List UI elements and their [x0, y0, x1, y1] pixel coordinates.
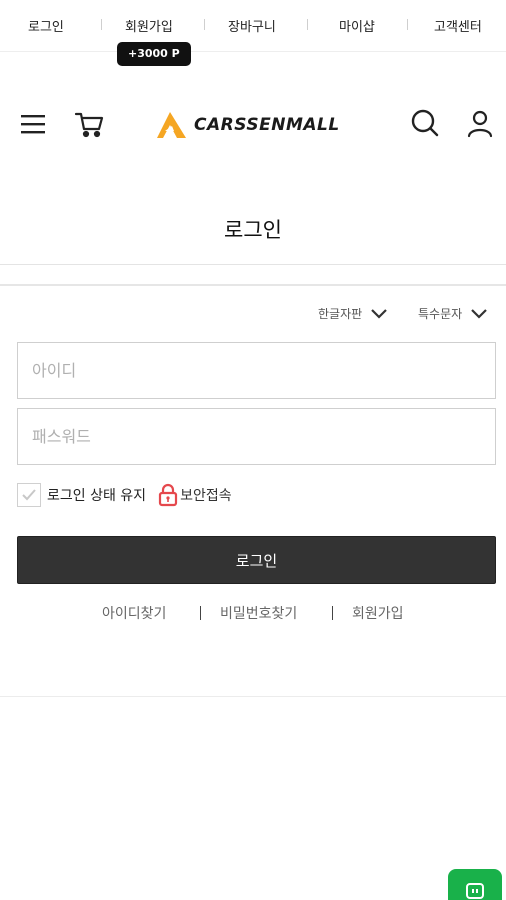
divider	[0, 284, 506, 286]
special-char-toggle[interactable]: 특수문자	[418, 305, 488, 322]
login-button[interactable]: 로그인	[17, 536, 496, 584]
divider	[204, 19, 205, 30]
secure-login-label: 보안접속	[180, 488, 232, 504]
site-header: CARSSENMALL	[0, 90, 506, 160]
keep-login-label: 로그인 상태 유지	[47, 488, 147, 504]
chat-floating-button[interactable]	[448, 869, 502, 900]
chevron-down-icon	[371, 308, 387, 319]
brand-logo[interactable]: CARSSENMALL	[156, 110, 340, 140]
top-link-join[interactable]: 회원가입	[125, 16, 173, 35]
join-link[interactable]: 회원가입	[352, 603, 404, 623]
chat-icon	[466, 883, 484, 899]
divider	[200, 606, 201, 620]
divider	[332, 606, 333, 620]
top-link-cart[interactable]: 장바구니	[228, 16, 276, 35]
top-link-customer-center[interactable]: 고객센터	[434, 16, 482, 35]
keep-login-row: 로그인 상태 유지 보안접속	[17, 483, 232, 507]
divider	[407, 19, 408, 30]
top-link-login[interactable]: 로그인	[28, 16, 64, 35]
id-input[interactable]	[17, 342, 496, 399]
chevron-down-icon	[471, 308, 487, 319]
menu-icon[interactable]	[18, 108, 50, 140]
brand-name: CARSSENMALL	[194, 115, 340, 135]
points-badge: +3000 P	[117, 42, 191, 66]
user-icon[interactable]	[464, 108, 496, 140]
search-icon[interactable]	[409, 108, 441, 140]
page-title: 로그인	[224, 218, 282, 242]
divider	[0, 264, 506, 265]
login-page: 로그인 회원가입 장바구니 마이샵 고객센터 +3000 P CARSSENMA…	[0, 0, 506, 900]
account-links: 아이디찾기 비밀번호찾기 회원가입	[0, 603, 506, 623]
top-link-myshop[interactable]: 마이샵	[339, 16, 375, 35]
divider	[307, 19, 308, 30]
logo-mark-icon	[157, 112, 186, 138]
lock-icon	[158, 483, 178, 507]
find-password-link[interactable]: 비밀번호찾기	[220, 603, 297, 623]
top-utility-bar: 로그인 회원가입 장바구니 마이샵 고객센터	[0, 0, 506, 52]
keep-login-checkbox[interactable]	[17, 483, 41, 507]
cart-icon[interactable]	[74, 108, 106, 140]
divider	[0, 696, 506, 697]
find-id-link[interactable]: 아이디찾기	[102, 603, 166, 623]
secure-login-indicator[interactable]: 보안접속	[158, 483, 232, 507]
special-char-label: 특수문자	[418, 307, 463, 321]
korean-keyboard-toggle[interactable]: 한글자판	[318, 305, 388, 322]
divider	[101, 19, 102, 30]
password-input[interactable]	[17, 408, 496, 465]
check-icon	[22, 489, 36, 501]
korean-keyboard-label: 한글자판	[318, 307, 363, 321]
